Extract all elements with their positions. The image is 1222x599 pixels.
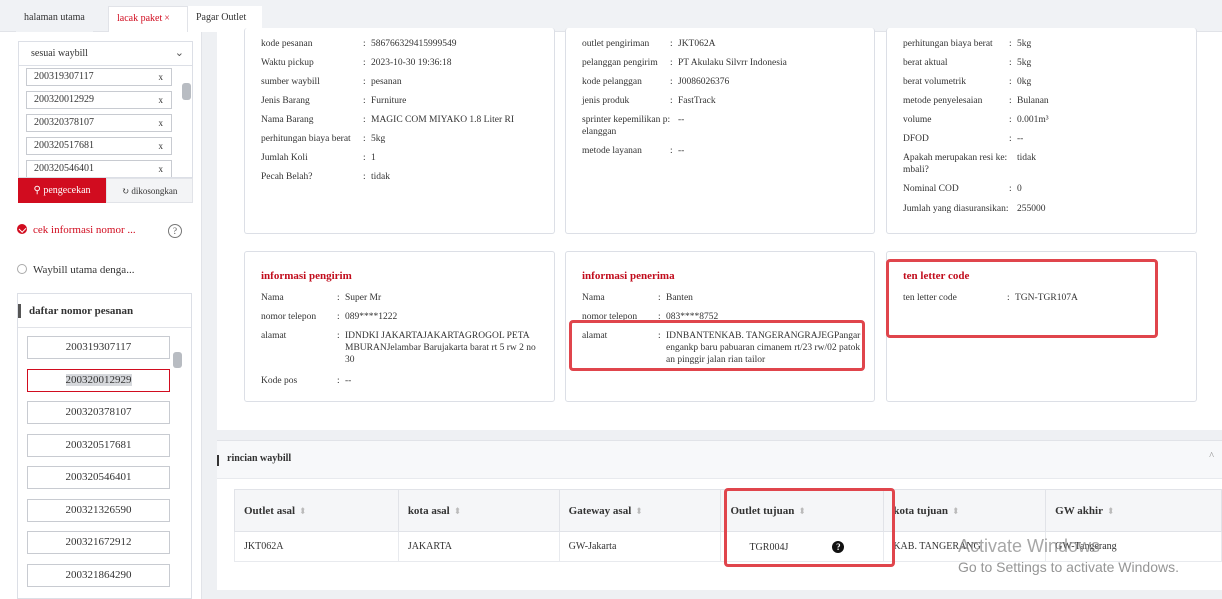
clear-button[interactable]: ↻ dikosongkan [106, 178, 193, 203]
remove-icon[interactable]: x [159, 161, 164, 177]
order-list-panel: daftar nomor pesanan 200319307117 200320… [17, 293, 192, 599]
sort-icon: ⬍ [952, 505, 960, 516]
search-mode-select[interactable]: sesuai waybill ⌄ [18, 41, 193, 66]
column-header[interactable]: Gateway asal ⬍ [558, 489, 722, 532]
outlet-info-card: outlet pengiriman: JKT062A pelanggan peng… [565, 28, 875, 234]
waybill-list-scrollbar[interactable] [182, 83, 191, 100]
waybill-input[interactable]: 200319307117 x [26, 68, 172, 86]
refresh-icon: ↻ [121, 186, 132, 196]
order-item[interactable]: 200320517681 [27, 434, 170, 457]
waybill-input[interactable]: 200320546401 x [26, 160, 172, 177]
order-item[interactable]: 200321864290 [27, 564, 170, 587]
sort-icon: ⬍ [1106, 505, 1115, 516]
sender-info-card: informasi pengirim Nama: Super Mr nomor t… [244, 251, 555, 402]
waybill-info-area: kode pesanan:586766329415999549 Waktu pi… [217, 28, 1222, 430]
collapse-icon[interactable]: ^ [1209, 451, 1214, 462]
sort-icon: ⬍ [635, 505, 643, 516]
sort-icon: ⬍ [299, 505, 307, 516]
help-icon[interactable]: ? [168, 224, 182, 238]
table-cell: GW-Jakarta [558, 531, 722, 562]
cost-info-card: perhitungan biaya berat:5kg berat aktual… [886, 28, 1197, 234]
remove-icon[interactable]: x [159, 69, 164, 85]
chevron-down-icon: ⌄ [174, 47, 184, 59]
waybill-input[interactable]: 200320378107 x [26, 114, 172, 132]
order-list-scrollbar[interactable] [173, 352, 182, 368]
order-item-selected[interactable]: 200320012929 [27, 369, 170, 392]
order-item[interactable]: 200320546401 [27, 466, 170, 489]
sidebar: sesuai waybill ⌄ 200319307117 x 200320012… [0, 32, 202, 599]
destination-highlight-box [724, 488, 895, 567]
address-highlight-box [569, 320, 865, 371]
tab-lacak-paket[interactable]: lacak paket × [108, 6, 188, 32]
receiver-card-title: informasi penerima [582, 270, 675, 282]
order-item[interactable]: 200320378107 [27, 401, 170, 424]
section-title: rincian waybill [227, 453, 292, 464]
tab-halaman-utama[interactable]: halaman utama [16, 6, 93, 32]
check-button[interactable]: ⚲ pengecekan [18, 178, 106, 203]
waybill-input[interactable]: 200320012929 x [26, 91, 172, 109]
order-item[interactable]: 200321326590 [27, 499, 170, 522]
order-item[interactable]: 200321672912 [27, 531, 170, 554]
column-header[interactable]: Outlet asal ⬍ [234, 489, 399, 532]
radio-icon [17, 264, 27, 274]
option-main-waybill[interactable]: Waybill utama denga... [17, 262, 134, 278]
search-icon: ⚲ [33, 185, 44, 196]
order-list-title: daftar nomor pesanan [18, 294, 191, 328]
sender-card-title: informasi pengirim [261, 270, 352, 282]
order-info-card: kode pesanan:586766329415999549 Waktu pi… [244, 28, 555, 234]
radio-checked-icon [17, 224, 27, 234]
order-item[interactable]: 200319307117 [27, 336, 170, 359]
column-header[interactable]: kota tujuan ⬍ [883, 489, 1047, 532]
option-check-info[interactable]: cek informasi nomor ... [17, 222, 136, 238]
remove-icon[interactable]: x [159, 138, 164, 154]
waybill-input[interactable]: 200320517681 x [26, 137, 172, 155]
divider [202, 32, 210, 599]
windows-activation-watermark: Activate Windows Go to Settings to activ… [958, 536, 1179, 575]
table-cell: JAKARTA [397, 531, 560, 562]
table-cell: JKT062A [234, 531, 399, 562]
column-header[interactable]: kota asal ⬍ [397, 489, 560, 532]
section-header[interactable]: rincian waybill ^ [217, 441, 1222, 479]
remove-icon[interactable]: x [159, 92, 164, 108]
sort-icon: ⬍ [453, 505, 462, 516]
column-header[interactable]: GW akhir ⬍ [1045, 489, 1222, 532]
remove-icon[interactable]: x [159, 115, 164, 131]
tlc-highlight-box [886, 259, 1158, 338]
close-icon[interactable]: × [164, 13, 170, 24]
waybill-input-list: 200319307117 x 200320012929 x 200320378107… [18, 66, 193, 178]
